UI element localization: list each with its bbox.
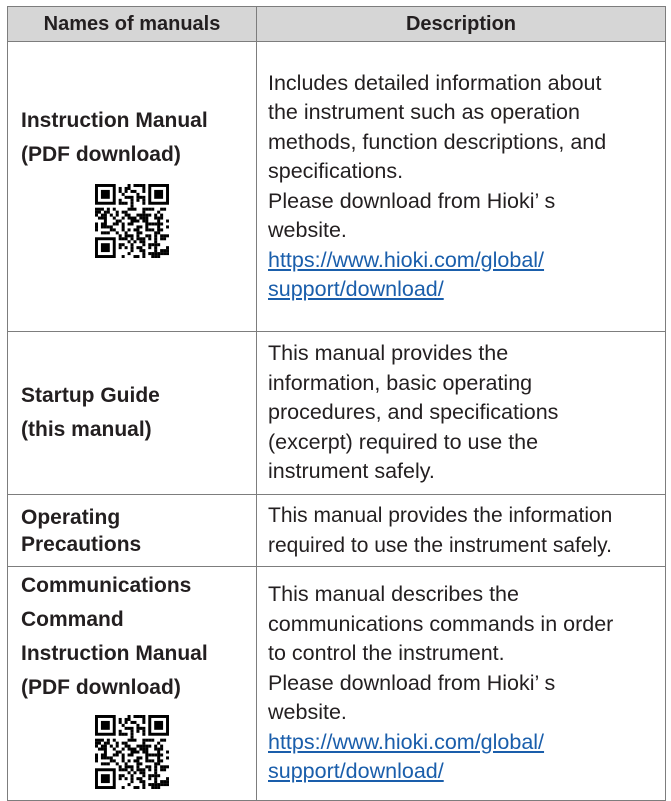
manual-description-cell: This manual provides the information, ba… (256, 331, 666, 495)
manual-name-line: Instruction Manual (21, 109, 208, 132)
manual-name-line: (PDF download) (21, 676, 181, 699)
column-header-names: Names of manuals (7, 6, 257, 42)
manual-description-cell: This manual provides the information req… (256, 494, 666, 567)
download-link-line[interactable]: https://www.hioki.com/global/ (268, 730, 544, 754)
description-line: information, basic operating (268, 370, 533, 395)
download-link-line[interactable]: support/download/ (268, 277, 444, 301)
description-line: This manual provides the (268, 341, 509, 366)
manual-name-line: Command (21, 608, 124, 631)
manual-name-line: Startup Guide (21, 384, 160, 407)
manual-name-line: Communications (21, 574, 192, 597)
qr-code-icon (95, 715, 169, 789)
description-line: to control the instrument. (268, 641, 505, 666)
manual-description-cell: This manual describes the communications… (256, 566, 666, 801)
description-line: the instrument such as operation (268, 100, 580, 124)
description-line: This manual describes the (268, 582, 519, 607)
description-line: instrument safely. (268, 459, 435, 484)
table-row: Instruction Manual (PDF download) Includ… (7, 41, 666, 332)
table-row: Startup Guide (this manual) This manual … (7, 331, 666, 495)
column-header-description: Description (256, 6, 666, 42)
download-link[interactable]: https://www.hioki.com/global/ support/do… (268, 246, 661, 305)
description-line: communications commands in order (268, 611, 614, 636)
manual-name-cell: Operating Precautions (7, 494, 257, 567)
manual-name-line: Operating (21, 505, 121, 529)
description-line: This manual provides the information (268, 504, 613, 527)
table-row: Communications Command Instruction Manua… (7, 566, 666, 801)
qr-code-graphic (95, 184, 169, 258)
download-link-line[interactable]: support/download/ (268, 759, 444, 783)
manual-description-cell: Includes detailed information about the … (256, 41, 666, 332)
description-line: required to use the instrument safely. (268, 533, 612, 557)
download-link-line[interactable]: https://www.hioki.com/global/ (268, 248, 544, 272)
description-line: website. (268, 700, 347, 725)
manual-name-cell: Communications Command Instruction Manua… (7, 566, 257, 801)
table-row: Operating Precautions This manual provid… (7, 494, 666, 567)
description-line: Includes detailed information about (268, 70, 602, 95)
manual-name-line: (this manual) (21, 418, 152, 441)
manual-name-line: (PDF download) (21, 143, 181, 166)
manual-name-line: Instruction Manual (21, 642, 208, 665)
description-line: (excerpt) required to use the (268, 429, 539, 454)
qr-code-icon (95, 184, 169, 258)
manual-name-line: Precautions (21, 532, 142, 556)
manual-name-cell: Startup Guide (this manual) (7, 331, 257, 495)
manual-name-cell: Instruction Manual (PDF download) (7, 41, 257, 332)
description-line: Please download from Hioki’ s (268, 188, 556, 213)
description-line: specifications. (268, 159, 404, 183)
description-line: procedures, and specifications (268, 400, 559, 425)
manuals-table: Names of manuals Description Instruction… (7, 6, 666, 801)
description-line: Please download from Hioki’ s (268, 670, 556, 695)
qr-code-graphic (95, 715, 169, 789)
description-line: methods, function descriptions, and (268, 129, 607, 154)
download-link[interactable]: https://www.hioki.com/global/ support/do… (268, 728, 661, 787)
description-line: website. (268, 218, 347, 242)
table-header-row: Names of manuals Description (7, 6, 666, 42)
